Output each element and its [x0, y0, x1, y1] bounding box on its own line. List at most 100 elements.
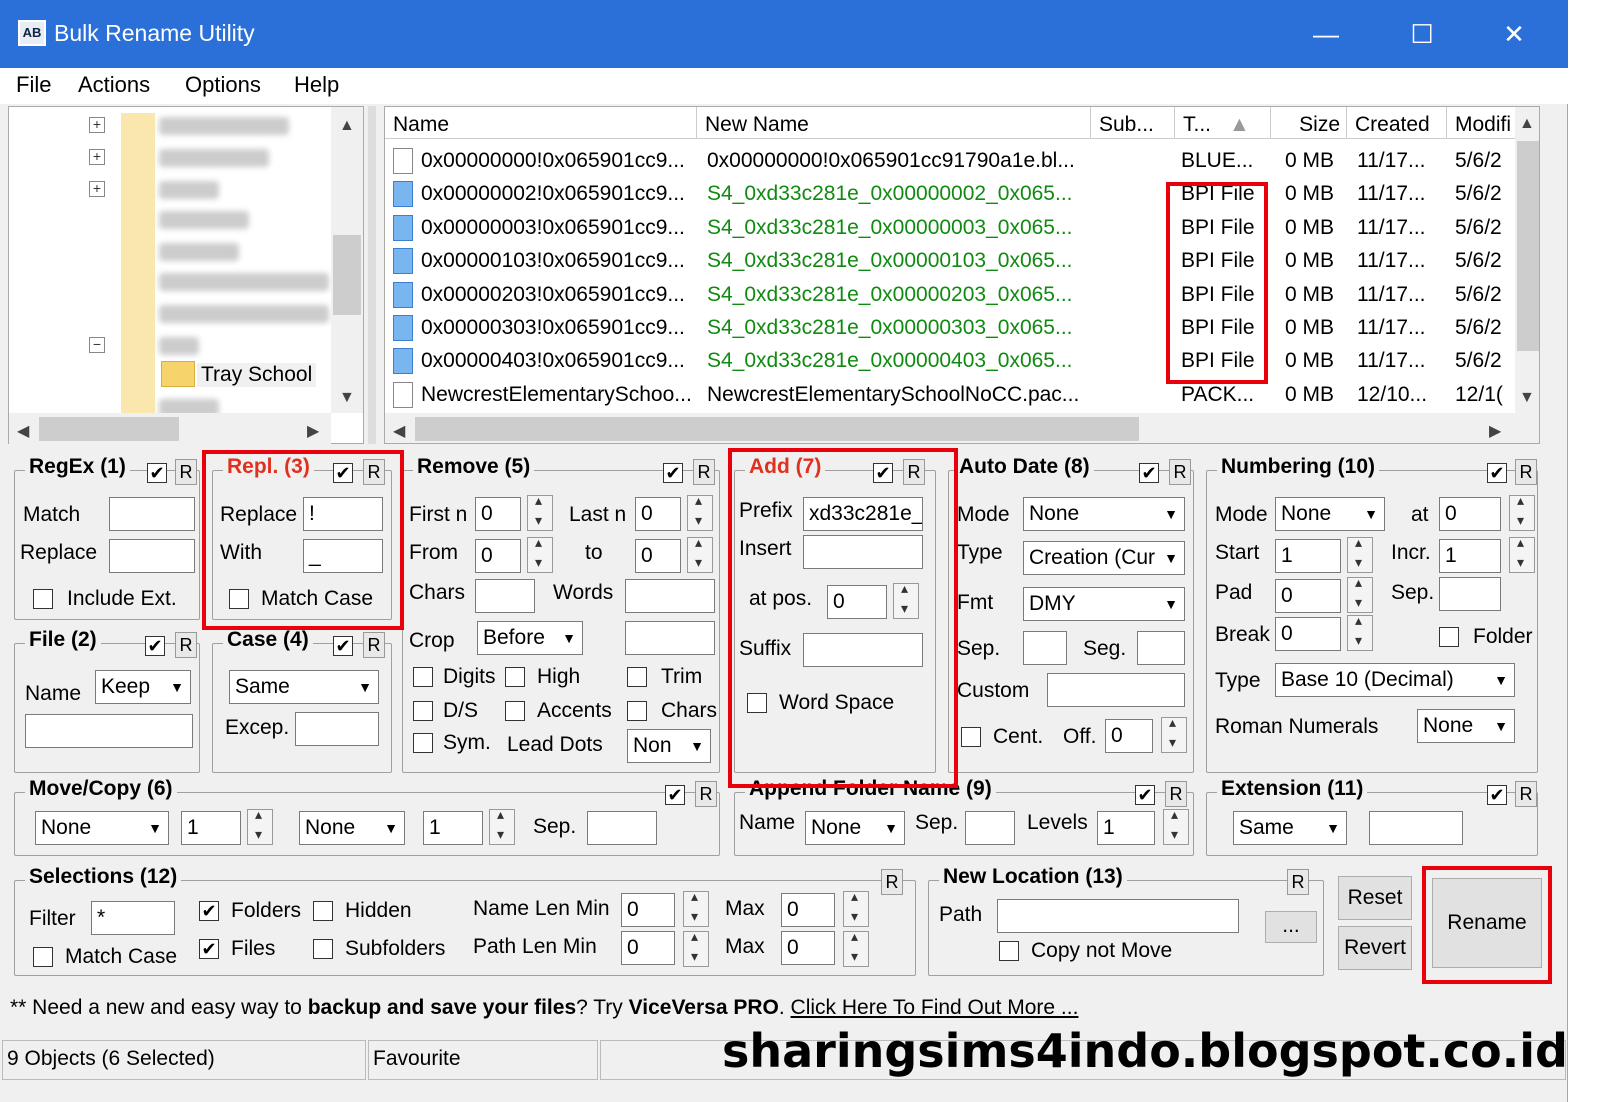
digits-checkbox[interactable]: [413, 667, 433, 687]
roman-numerals-dropdown[interactable]: None: [1417, 709, 1515, 743]
scroll-right-icon[interactable]: ▶: [307, 421, 319, 441]
extension-dropdown[interactable]: Same: [1233, 811, 1347, 845]
pad-input[interactable]: 0: [1275, 579, 1341, 613]
path-input[interactable]: [997, 899, 1239, 933]
path-len-min-input[interactable]: 0: [621, 931, 675, 965]
move-copy-spinner-2[interactable]: [489, 806, 515, 845]
copy-not-move-checkbox[interactable]: [999, 941, 1019, 961]
auto-date-sep-input[interactable]: [1023, 631, 1067, 665]
cent-checkbox[interactable]: [961, 727, 981, 747]
status-favourite[interactable]: Favourite: [368, 1040, 598, 1080]
file-enable-checkbox[interactable]: ✔: [145, 636, 165, 656]
high-checkbox[interactable]: [505, 667, 525, 687]
column-header-created[interactable]: Created: [1347, 107, 1447, 139]
scroll-left-icon[interactable]: ◀: [17, 421, 29, 441]
table-row[interactable]: 0x00000203!0x065901cc9... S4_0xd33c281e_0…: [385, 279, 1515, 312]
lead-dots-dropdown[interactable]: Non: [627, 729, 711, 763]
name-len-min-spinner[interactable]: [683, 888, 709, 927]
levels-spinner[interactable]: [1163, 806, 1189, 845]
folders-checkbox[interactable]: ✔: [199, 901, 219, 921]
menu-file[interactable]: File: [16, 72, 51, 98]
append-folder-sep-input[interactable]: [965, 811, 1015, 845]
regex-reset-button[interactable]: R: [175, 459, 197, 485]
seg-input[interactable]: [1137, 631, 1185, 665]
tree-item-selected[interactable]: Tray School: [197, 363, 317, 387]
promo-link[interactable]: Click Here To Find Out More ...: [791, 996, 1079, 1019]
table-row[interactable]: 0x00000303!0x065901cc9... S4_0xd33c281e_0…: [385, 312, 1515, 345]
numbering-mode-dropdown[interactable]: None: [1275, 497, 1385, 531]
scroll-up-icon[interactable]: ▲: [339, 117, 355, 135]
case-excep-input[interactable]: [295, 712, 379, 746]
auto-date-mode-dropdown[interactable]: None: [1023, 497, 1185, 531]
column-header-new-name[interactable]: New Name: [697, 107, 1091, 139]
file-name-input[interactable]: [25, 714, 193, 748]
scroll-left-icon[interactable]: ◀: [393, 421, 405, 441]
case-dropdown[interactable]: Same: [229, 670, 379, 704]
extension-input[interactable]: [1369, 811, 1463, 845]
to-spinner[interactable]: [687, 534, 713, 573]
numbering-reset-button[interactable]: R: [1515, 459, 1537, 485]
accents-checkbox[interactable]: [505, 701, 525, 721]
case-reset-button[interactable]: R: [363, 632, 385, 658]
table-row[interactable]: 0x00000003!0x065901cc9... S4_0xd33c281e_0…: [385, 212, 1515, 245]
folder-tree[interactable]: + + + − Tray School ▲ ▼ ◀ ▶: [8, 106, 364, 445]
trim-checkbox[interactable]: [627, 667, 647, 687]
incr-spinner[interactable]: [1509, 534, 1535, 573]
menu-help[interactable]: Help: [294, 72, 339, 98]
first-n-spinner[interactable]: [527, 492, 553, 531]
hidden-checkbox[interactable]: [313, 901, 333, 921]
auto-date-reset-button[interactable]: R: [1169, 459, 1191, 485]
revert-button[interactable]: Revert: [1338, 926, 1412, 970]
sym-checkbox[interactable]: [413, 733, 433, 753]
maximize-icon[interactable]: ☐: [1400, 14, 1444, 54]
break-spinner[interactable]: [1347, 612, 1373, 651]
menu-actions[interactable]: Actions: [78, 72, 150, 98]
last-n-spinner[interactable]: [687, 492, 713, 531]
remove-reset-button[interactable]: R: [693, 459, 715, 485]
first-n-input[interactable]: 0: [475, 497, 521, 531]
reset-button[interactable]: Reset: [1338, 876, 1412, 920]
fmt-dropdown[interactable]: DMY: [1023, 587, 1185, 621]
expand-icon[interactable]: +: [89, 117, 105, 133]
move-copy-reset-button[interactable]: R: [695, 781, 717, 807]
scroll-up-icon[interactable]: ▲: [1519, 115, 1535, 133]
move-copy-dropdown-1[interactable]: None: [35, 811, 169, 845]
table-row[interactable]: 0x00000000!0x065901cc9... 0x00000000!0x06…: [385, 145, 1515, 178]
title-bar[interactable]: AB Bulk Rename Utility — ☐ ✕: [0, 0, 1568, 68]
column-header-sub[interactable]: Sub...: [1091, 107, 1175, 139]
tree-hscroll-thumb[interactable]: [39, 417, 179, 441]
words-input[interactable]: [625, 579, 715, 613]
numbering-sep-input[interactable]: [1439, 577, 1501, 611]
close-icon[interactable]: ✕: [1492, 14, 1536, 54]
browse-button[interactable]: ...: [1265, 911, 1317, 943]
crop-dropdown[interactable]: Before: [477, 621, 583, 655]
remove-enable-checkbox[interactable]: ✔: [663, 463, 683, 483]
table-row[interactable]: NewcrestElementarySchoo... NewcrestElemen…: [385, 379, 1515, 412]
column-header-size[interactable]: Size: [1271, 107, 1347, 139]
table-row[interactable]: 0x00000403!0x065901cc9... S4_0xd33c281e_0…: [385, 345, 1515, 378]
ds-checkbox[interactable]: [413, 701, 433, 721]
crop-input[interactable]: [625, 621, 715, 655]
numbering-at-spinner[interactable]: [1509, 492, 1535, 531]
selections-reset-button[interactable]: R: [881, 869, 903, 895]
table-row[interactable]: 0x00000002!0x065901cc9... S4_0xd33c281e_0…: [385, 178, 1515, 211]
levels-input[interactable]: 1: [1097, 811, 1155, 845]
move-copy-sep-input[interactable]: [587, 811, 657, 845]
splitter[interactable]: [368, 106, 376, 444]
subfolders-checkbox[interactable]: [313, 939, 333, 959]
column-header-name[interactable]: Name: [385, 107, 697, 139]
last-n-input[interactable]: 0: [635, 497, 681, 531]
chars-remove-checkbox[interactable]: [627, 701, 647, 721]
from-spinner[interactable]: [527, 534, 553, 573]
custom-input[interactable]: [1047, 673, 1185, 707]
files-checkbox[interactable]: ✔: [199, 939, 219, 959]
move-copy-enable-checkbox[interactable]: ✔: [665, 785, 685, 805]
scroll-down-icon[interactable]: ▼: [1519, 389, 1535, 407]
case-enable-checkbox[interactable]: ✔: [333, 636, 353, 656]
file-list[interactable]: Name New Name Sub... T... ▲ Size Created …: [384, 106, 1540, 444]
off-spinner[interactable]: [1161, 714, 1187, 753]
table-row[interactable]: 0x00000103!0x065901cc9... S4_0xd33c281e_0…: [385, 245, 1515, 278]
from-input[interactable]: 0: [475, 539, 521, 573]
path-len-min-spinner[interactable]: [683, 928, 709, 967]
expand-icon[interactable]: +: [89, 149, 105, 165]
